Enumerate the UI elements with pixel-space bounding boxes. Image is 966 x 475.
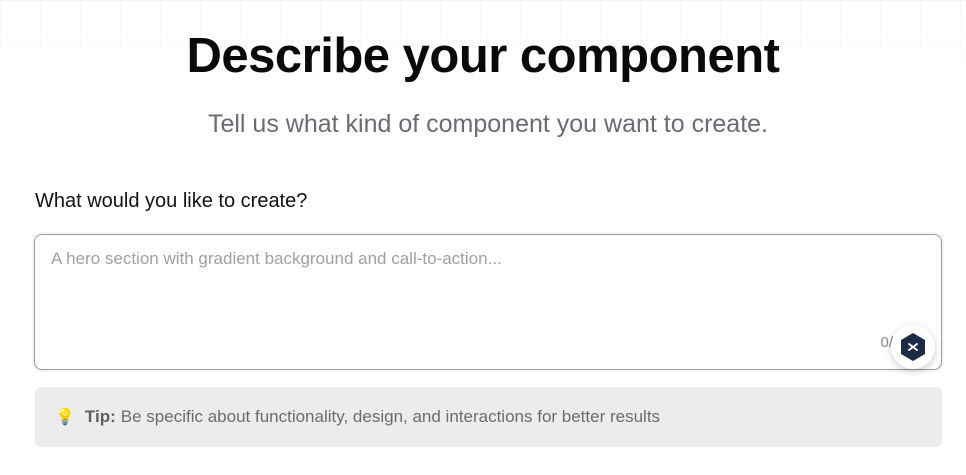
chat-assistant-icon — [901, 333, 925, 361]
lightbulb-icon: 💡 — [55, 409, 75, 426]
description-field-label: What would you like to create? — [35, 190, 308, 212]
tip-banner: 💡 Tip: Be specific about functionality, … — [35, 387, 942, 447]
page: Describe your component Tell us what kin… — [0, 0, 966, 475]
tip-label: Tip: — [84, 407, 116, 426]
page-title: Describe your component — [186, 29, 780, 83]
description-field-container: 0/ — [34, 234, 942, 370]
tip-text: Be specific about functionality, design,… — [120, 407, 661, 426]
description-textarea[interactable] — [35, 235, 941, 369]
assistant-chat-button[interactable] — [891, 325, 935, 369]
page-subtitle: Tell us what kind of component you want … — [207, 110, 769, 138]
